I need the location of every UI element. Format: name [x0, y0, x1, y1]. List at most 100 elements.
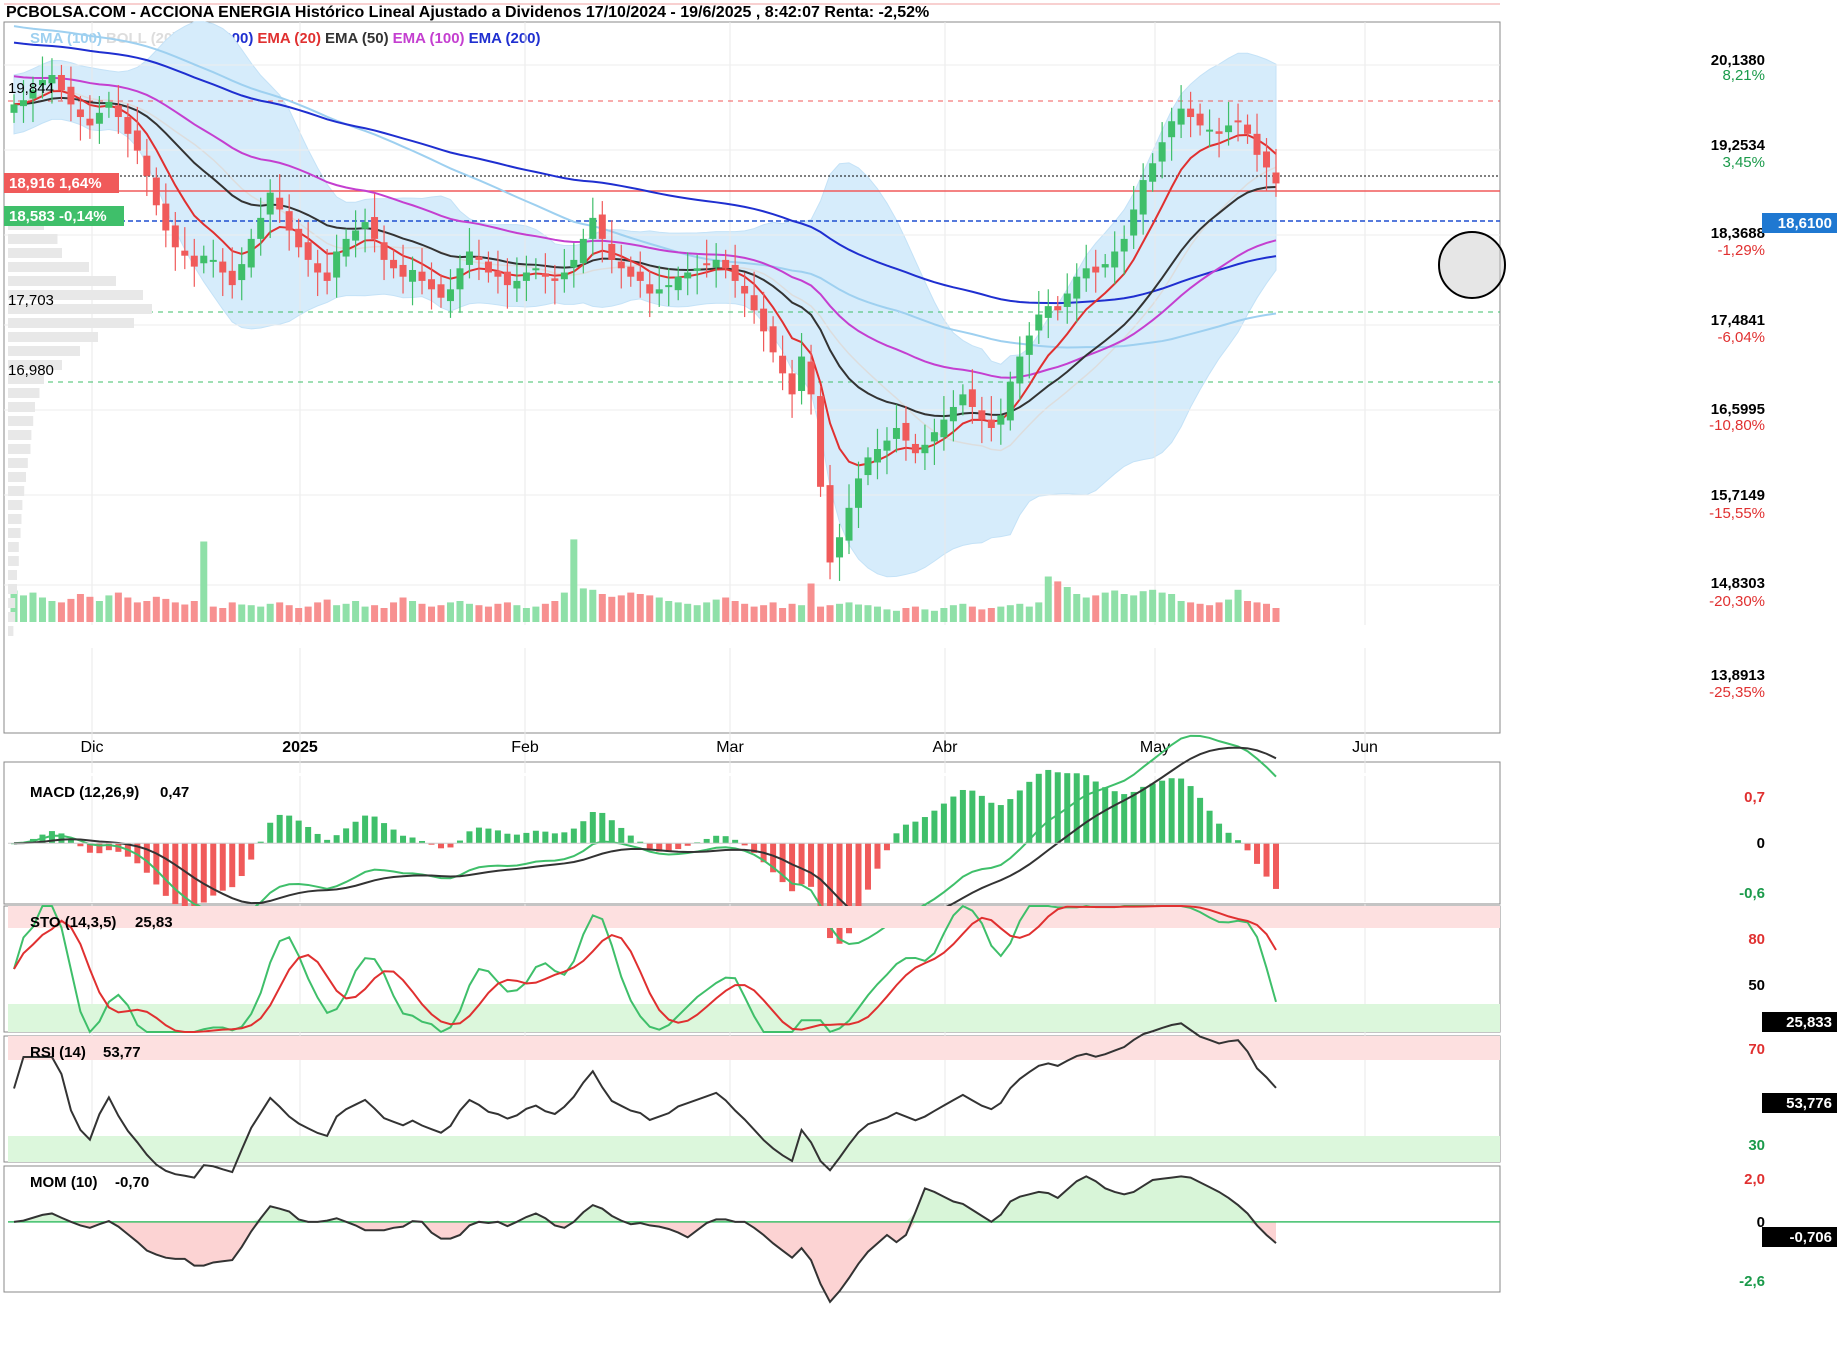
candle-body [1196, 113, 1204, 126]
volume-bar [646, 595, 654, 622]
volume-profile-bar [8, 542, 19, 552]
candle-body [200, 255, 208, 264]
volume-bar [95, 601, 103, 622]
volume-bar [143, 601, 151, 622]
candle-body [522, 272, 530, 281]
volume-profile-bar [8, 444, 31, 454]
macd-histogram-bar [627, 835, 634, 844]
price-tick-label: 14,8303 [1711, 575, 1765, 592]
volume-bar [636, 594, 644, 622]
macd-histogram-bar [646, 843, 653, 849]
volume-bar [1177, 601, 1185, 622]
percent-tick-label: 3,45% [1722, 154, 1765, 171]
candle-body [428, 279, 436, 290]
macd-histogram-bar [1263, 843, 1270, 877]
volume-bar [1063, 587, 1071, 622]
volume-profile-bar [8, 528, 21, 538]
macd-histogram-bar [722, 836, 729, 844]
volume-bar [114, 592, 122, 622]
macd-histogram-bar [143, 843, 150, 873]
candle-body [1006, 381, 1014, 421]
macd-histogram-bar [305, 826, 312, 844]
macd-histogram-bar [1225, 832, 1232, 844]
volume-bar [200, 541, 208, 622]
mom-positive-area [14, 1176, 1276, 1222]
volume-bar [1120, 594, 1128, 622]
candle-body [124, 117, 132, 134]
candle-body [1206, 129, 1214, 132]
volume-bar [1111, 590, 1119, 622]
stock-chart[interactable]: 20,138019,253418,368817,484116,599515,71… [0, 0, 1839, 1364]
candle-body [1044, 306, 1052, 318]
candle-body [674, 276, 682, 291]
candle-body [266, 192, 274, 215]
macd-value: 0,47 [160, 784, 189, 801]
mom-current-value: -0,706 [1789, 1229, 1832, 1246]
candle-body [333, 251, 341, 278]
volume-bar [760, 605, 768, 622]
candle-body [750, 295, 758, 311]
candle-body [741, 285, 749, 294]
candle-body [798, 356, 806, 392]
sto-value: 25,83 [135, 914, 173, 931]
macd-histogram-bar [466, 831, 473, 844]
percent-tick-label: -15,55% [1709, 505, 1765, 522]
volume-profile-bar [8, 318, 134, 328]
volume-bar [892, 610, 900, 622]
macd-histogram-bar [997, 805, 1004, 844]
macd-histogram-bar [732, 839, 739, 844]
macd-histogram-bar [504, 833, 511, 844]
candle-body [1263, 151, 1271, 168]
volume-bar [257, 606, 265, 622]
macd-histogram-bar [551, 833, 558, 844]
volume-bar [807, 583, 815, 622]
candle-body [930, 432, 938, 442]
macd-histogram-bar [1026, 781, 1033, 844]
macd-histogram-bar [921, 817, 928, 844]
volume-bar [390, 602, 398, 622]
volume-bar [380, 608, 388, 622]
volume-bar [29, 592, 37, 622]
volume-bar [456, 601, 464, 622]
macd-histogram-bar [618, 827, 625, 844]
macd-histogram-bar [494, 830, 501, 844]
volume-bar [124, 597, 132, 622]
volume-bar [911, 606, 919, 622]
macd-histogram-bar [172, 843, 179, 905]
macd-histogram-bar [1130, 791, 1137, 844]
volume-bar [930, 610, 938, 622]
volume-profile-bar [8, 332, 98, 342]
bollinger-fill [13, 21, 1277, 578]
candle-body [95, 112, 103, 124]
candle-body [238, 264, 246, 281]
macd-histogram-bar [1111, 791, 1118, 844]
volume-bar [798, 605, 806, 622]
candle-body [760, 308, 768, 332]
candle-body [390, 259, 398, 269]
sto-tick: 80 [1748, 931, 1765, 948]
candle-body [1187, 108, 1195, 118]
macd-histogram-bar [1168, 778, 1175, 844]
month-label: Mar [716, 739, 744, 756]
macd-histogram-bar [950, 796, 957, 844]
volume-bar [1263, 603, 1271, 622]
macd-histogram-bar [1216, 823, 1223, 844]
macd-histogram-bar [400, 835, 407, 844]
candle-body [1234, 120, 1242, 123]
left-level-label: 17,703 [8, 292, 54, 309]
candle-body [940, 419, 948, 438]
candle-body [304, 242, 312, 260]
candle-body [513, 280, 521, 289]
candle-body [86, 118, 94, 126]
candle-body [1253, 133, 1261, 155]
rsi-current-value: 53,776 [1786, 1095, 1832, 1112]
macd-histogram-bar [485, 828, 492, 844]
candle-body [551, 278, 559, 281]
candle-body [807, 361, 815, 395]
candle-body [1054, 306, 1062, 311]
candle-body [987, 419, 995, 428]
candle-body [418, 271, 426, 281]
rsi-label: RSI (14) [30, 1044, 86, 1061]
volume-profile-bar [8, 388, 40, 398]
macd-histogram-bar [817, 843, 824, 910]
